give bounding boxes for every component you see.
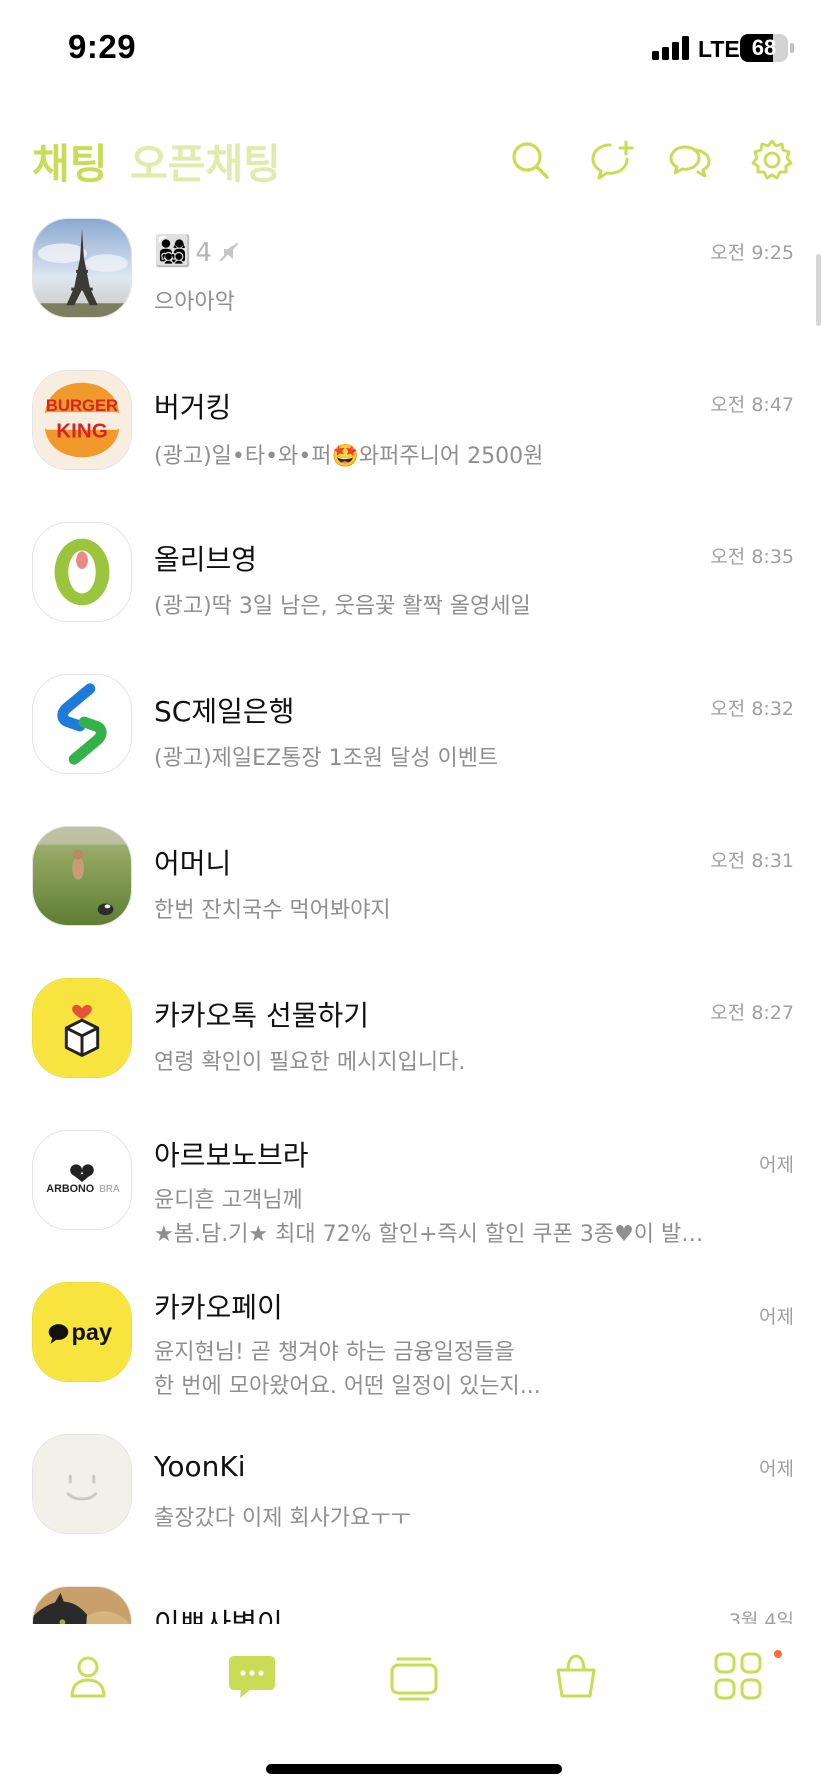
logo-text-burger: BURGER xyxy=(46,396,118,415)
chat-name: YoonKi xyxy=(154,1450,246,1483)
battery-icon: 68 xyxy=(740,34,788,62)
default-smiley-avatar xyxy=(32,1434,132,1534)
chat-preview: (광고)제일EZ통장 1조원 달성 이벤트 xyxy=(154,746,499,771)
gift-box-logo xyxy=(32,978,132,1078)
status-bar: 9:29 LTE 68 xyxy=(0,0,828,100)
chats-icon[interactable] xyxy=(226,1650,278,1702)
network-type: LTE xyxy=(698,36,740,62)
battery-percent: 68 xyxy=(751,35,777,60)
chat-name: 어머니 xyxy=(154,847,232,880)
friends-icon[interactable] xyxy=(62,1650,114,1702)
chat-row-yoonki[interactable]: YoonKi 출장갔다 이제 회사가요ㅜㅜ 어제 xyxy=(0,1420,828,1572)
chat-row-burger-king[interactable]: BURGER KING 버거킹 (광고)일•타•와•퍼🤩와퍼주니어 2500원 … xyxy=(0,356,828,508)
tab-chats[interactable]: 채팅 xyxy=(32,130,107,190)
chat-row-cat[interactable]: 이쁘사벽이 3월 4일 xyxy=(0,1572,828,1624)
chat-name: 버거킹 xyxy=(154,391,232,424)
new-chat-icon[interactable] xyxy=(590,138,634,182)
logo-text-arbono: ARBONO xyxy=(46,1183,94,1195)
view-icon[interactable] xyxy=(388,1650,440,1702)
chat-time: 어제 xyxy=(759,1154,794,1176)
cat-photo xyxy=(32,1586,132,1624)
chat-row-sc-bank[interactable]: SC제일은행 (광고)제일EZ통장 1조원 달성 이벤트 오전 8:32 xyxy=(0,660,828,812)
chat-row-kakao-pay[interactable]: pay 카카오페이 윤지현님! 곧 챙겨야 하는 금융일정들을 한 번에 모아왔… xyxy=(0,1268,828,1420)
chat-time: 오전 8:32 xyxy=(710,698,794,720)
bottom-tab-bar xyxy=(0,1624,828,1724)
logo-text-king: KING xyxy=(56,420,107,443)
chat-name: 올리브영 xyxy=(154,543,258,576)
chat-preview: 한번 잔치국수 먹어봐야지 xyxy=(154,898,391,923)
logo-text-pay: pay xyxy=(72,1319,113,1345)
logo-text-bra: BRA xyxy=(99,1184,120,1195)
chat-row-kakao-gift[interactable]: 카카오톡 선물하기 연령 확인이 필요한 메시지입니다. 오전 8:27 xyxy=(0,964,828,1116)
chat-name: 카카오페이 xyxy=(154,1291,283,1324)
notification-badge xyxy=(774,1650,782,1658)
chat-preview-line2: 한 번에 모아왔어요. 어떤 일정이 있는지... xyxy=(154,1374,541,1399)
chat-name: 이쁘사벽이 xyxy=(154,1607,283,1624)
battery-cap xyxy=(790,43,794,53)
chat-row-group[interactable]: 👨‍👩‍👧‍👦 4 으아아악 오전 9:25 xyxy=(0,204,828,356)
dog-on-grass-photo xyxy=(32,826,132,926)
sc-bank-logo xyxy=(32,674,132,774)
status-time: 9:29 xyxy=(68,28,137,65)
burger-king-logo: BURGER KING xyxy=(32,370,132,470)
chat-preview: 윤지현님! 곧 챙겨야 하는 금융일정들을 xyxy=(154,1340,515,1365)
chat-preview: 연령 확인이 필요한 메시지입니다. xyxy=(154,1050,466,1075)
chat-time: 어제 xyxy=(759,1306,794,1328)
open-chat-icon[interactable] xyxy=(668,138,712,182)
scrollbar[interactable] xyxy=(816,254,821,326)
olive-young-logo xyxy=(32,522,132,622)
chat-row-olive-young[interactable]: 올리브영 (광고)딱 3일 남은, 웃음꽃 활짝 올영세일 오전 8:35 xyxy=(0,508,828,660)
mute-icon xyxy=(218,237,240,270)
arbono-logo: ARBONO BRA xyxy=(32,1130,132,1230)
search-icon[interactable] xyxy=(508,138,552,182)
chat-list[interactable]: 👨‍👩‍👧‍👦 4 으아아악 오전 9:25 BURGER KING 버거킹 (광… xyxy=(0,204,828,1624)
chat-preview-line2: ★봄.담.기★ 최대 72% 할인+즉시 할인 쿠폰 3종♥이 발급... xyxy=(154,1222,714,1247)
chat-preview: 출장갔다 이제 회사가요ㅜㅜ xyxy=(154,1506,411,1531)
chat-preview: 으아아악 xyxy=(154,290,235,315)
chat-name: SC제일은행 xyxy=(154,695,295,728)
chat-name-group: 👨‍👩‍👧‍👦 4 xyxy=(154,234,240,270)
chat-time: 어제 xyxy=(759,1458,794,1480)
family-emoji-icon: 👨‍👩‍👧‍👦 xyxy=(154,234,192,269)
chat-time: 오전 8:27 xyxy=(710,1002,794,1024)
chat-header: 채팅 오픈채팅 xyxy=(0,120,828,200)
kakao-pay-logo: pay xyxy=(32,1282,132,1382)
shopping-icon[interactable] xyxy=(550,1650,602,1702)
member-count: 4 xyxy=(195,238,212,268)
chat-time: 오전 8:47 xyxy=(710,394,794,416)
chat-time: 오전 9:25 xyxy=(710,242,794,264)
chat-row-mother[interactable]: 어머니 한번 잔치국수 먹어봐야지 오전 8:31 xyxy=(0,812,828,964)
tab-open-chats[interactable]: 오픈채팅 xyxy=(130,130,281,190)
avatar-eiffel-tower xyxy=(32,218,132,318)
signal-icon xyxy=(652,36,692,60)
home-indicator[interactable] xyxy=(266,1764,562,1774)
chat-time: 오전 8:31 xyxy=(710,850,794,872)
chat-name: 카카오톡 선물하기 xyxy=(154,999,369,1032)
settings-icon[interactable] xyxy=(750,138,794,182)
chat-preview: (광고)일•타•와•퍼🤩와퍼주니어 2500원 xyxy=(154,444,544,469)
chat-name: 아르보노브라 xyxy=(154,1139,309,1172)
chat-row-arbono[interactable]: ARBONO BRA 아르보노브라 윤디흔 고객님께 ★봄.담.기★ 최대 72… xyxy=(0,1116,828,1268)
chat-preview: (광고)딱 3일 남은, 웃음꽃 활짝 올영세일 xyxy=(154,594,531,619)
more-icon[interactable] xyxy=(712,1650,764,1702)
chat-time: 오전 8:35 xyxy=(710,546,794,568)
chat-preview: 윤디흔 고객님께 xyxy=(154,1188,303,1213)
chat-time: 3월 4일 xyxy=(728,1610,794,1624)
